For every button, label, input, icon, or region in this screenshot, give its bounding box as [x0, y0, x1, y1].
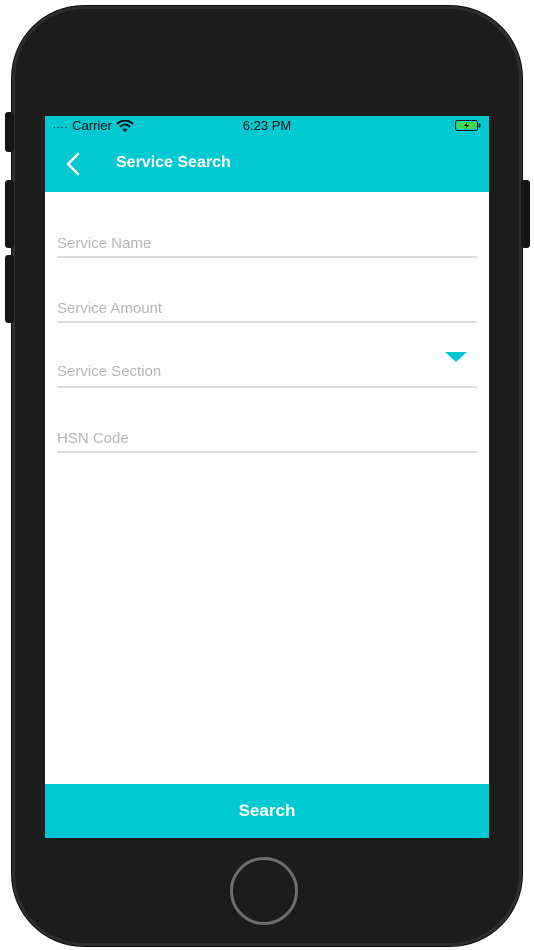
service-name-input[interactable]	[57, 235, 477, 252]
status-time: 6:23 PM	[242, 118, 292, 133]
home-button[interactable]	[230, 857, 298, 925]
service-name-field-container	[57, 216, 477, 258]
nav-bar: Service Search	[45, 136, 489, 192]
battery-charging-icon	[455, 120, 481, 131]
search-button[interactable]: Search	[45, 784, 489, 838]
power-button	[521, 180, 530, 248]
page-title: Service Search	[116, 154, 231, 171]
service-amount-input[interactable]	[57, 300, 477, 317]
hsn-code-input[interactable]	[57, 430, 477, 447]
service-section-dropdown[interactable]: Service Section	[57, 346, 477, 388]
triangle-down-icon	[445, 352, 467, 362]
mute-switch	[5, 112, 14, 152]
volume-up-button	[5, 180, 14, 248]
service-section-placeholder: Service Section	[57, 363, 162, 380]
volume-down-button	[5, 255, 14, 323]
service-amount-field-container	[57, 281, 477, 323]
app-screen: .... Carrier 6:23 PM Service Search Serv…	[45, 116, 489, 838]
hsn-code-field-container	[57, 411, 477, 453]
chevron-left-icon[interactable]	[65, 152, 81, 176]
status-bar: .... Carrier 6:23 PM	[45, 116, 489, 136]
